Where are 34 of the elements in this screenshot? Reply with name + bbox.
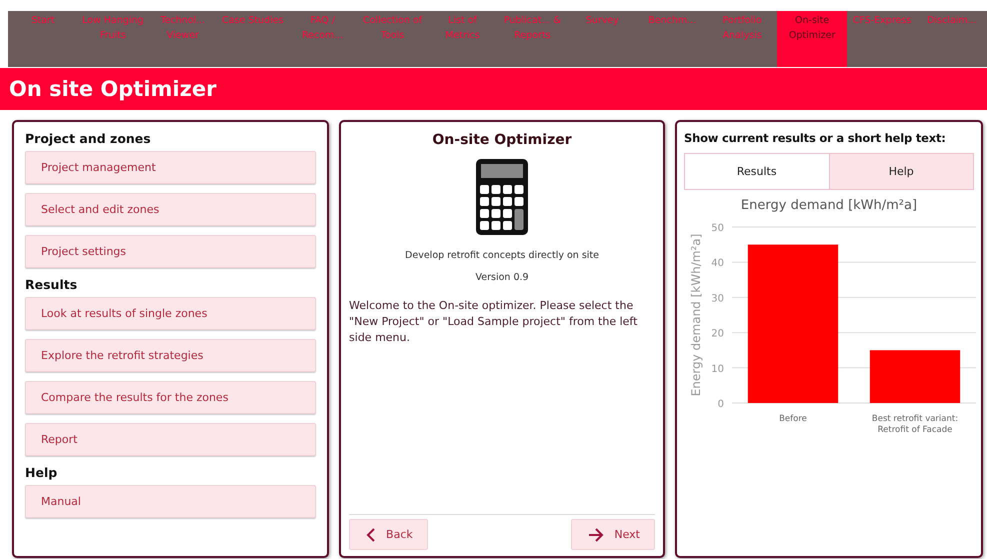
axis-tick-label: 10 (711, 364, 724, 375)
section-heading: Project and zones (25, 131, 152, 146)
version-label: Version 0.9 (474, 272, 530, 283)
page-title: On site Optimizer (0, 68, 987, 110)
menu-item[interactable]: Look at results of single zones (25, 297, 316, 330)
menu-item[interactable]: Explore the retrofit strategies (25, 339, 316, 372)
menu-item[interactable]: Report (25, 423, 316, 456)
subtitle: Develop retrofit concepts directly on site (404, 250, 600, 261)
nav-tab[interactable]: On-site Optimizer (777, 11, 848, 67)
section-heading: Results (25, 277, 78, 292)
axis-title: Energy demand [kWh/m²a] (689, 234, 703, 396)
chevron-left-icon (366, 528, 376, 542)
axis-tick-label: 50 (711, 223, 724, 234)
menu-item[interactable]: Select and edit zones (25, 193, 316, 226)
axis-tick-label: 30 (711, 293, 724, 304)
section-heading: Help (25, 465, 58, 480)
axis-tick-label: 20 (711, 328, 724, 340)
arrow-right-icon (588, 528, 604, 542)
axis-tick-label: 0 (718, 399, 724, 410)
axis-tick-label: 40 (711, 258, 724, 270)
panel-heading: Show current results or a short help text: (684, 131, 947, 145)
axis-category-label: Best retrofit variant: Retrofit of Facade (872, 414, 958, 435)
back-button[interactable]: Back (349, 519, 428, 550)
tab[interactable]: Help (830, 154, 973, 189)
panel-title: On-site Optimizer (431, 132, 573, 148)
menu-item[interactable]: Manual (25, 485, 316, 518)
calculator-icon (475, 158, 530, 236)
axis-category-label: Before (779, 414, 807, 424)
menu-item[interactable]: Project management (25, 151, 316, 184)
welcome-text: Welcome to the On-site optimizer. Please select the "New Project" or "Load Sample project" from the left side menu. (349, 298, 638, 346)
menu-item[interactable]: Project settings (25, 235, 316, 268)
next-button[interactable]: Next (571, 519, 655, 550)
menu-item[interactable]: Compare the results for the zones (25, 381, 316, 414)
chart-title: Energy demand [kWh/m²a] (740, 198, 918, 213)
